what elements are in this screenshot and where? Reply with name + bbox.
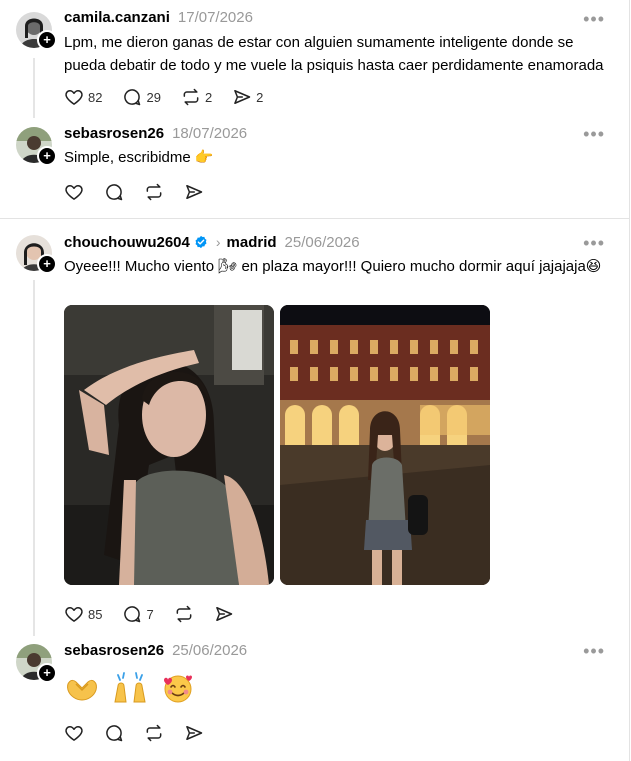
more-icon[interactable]: ••• bbox=[583, 642, 605, 660]
thread-line bbox=[33, 280, 35, 636]
comment-button[interactable]: 7 bbox=[122, 603, 154, 625]
comment-icon bbox=[124, 89, 141, 106]
heart-icon bbox=[65, 185, 83, 200]
post-header: sebasrosen26 18/07/2026 bbox=[64, 124, 247, 144]
comment-count: 29 bbox=[146, 89, 161, 105]
share-count: 2 bbox=[256, 89, 264, 105]
post-text: Simple, escribidme 👉 bbox=[64, 149, 214, 166]
comment-count: 7 bbox=[146, 606, 154, 622]
send-icon bbox=[234, 90, 251, 104]
more-icon[interactable]: ••• bbox=[583, 234, 605, 252]
topic-tag[interactable]: madrid bbox=[227, 234, 277, 251]
share-button[interactable] bbox=[214, 603, 234, 625]
thread-divider bbox=[0, 218, 629, 219]
comment-button[interactable] bbox=[104, 181, 124, 203]
thread-line bbox=[33, 58, 35, 118]
like-button[interactable] bbox=[64, 722, 84, 744]
heart-icon bbox=[65, 726, 83, 741]
post-header: sebasrosen26 25/06/2026 bbox=[64, 641, 247, 661]
heart-icon bbox=[65, 607, 83, 622]
post-photo[interactable] bbox=[64, 305, 274, 585]
raising-hands-emoji bbox=[112, 672, 148, 704]
comment-icon bbox=[106, 725, 123, 742]
username[interactable]: sebasrosen26 bbox=[64, 125, 164, 142]
username[interactable]: sebasrosen26 bbox=[64, 642, 164, 659]
heart-icon bbox=[65, 90, 83, 105]
post-actions: 85 7 bbox=[64, 603, 254, 625]
repost-icon bbox=[146, 183, 162, 201]
verified-badge-icon bbox=[195, 235, 207, 249]
post-header: camila.canzani 17/07/2026 bbox=[64, 8, 253, 28]
follow-plus-icon[interactable]: + bbox=[37, 146, 57, 166]
send-icon bbox=[186, 726, 203, 740]
comment-button[interactable] bbox=[104, 722, 124, 744]
like-button[interactable] bbox=[64, 181, 84, 203]
like-count: 82 bbox=[88, 89, 103, 105]
repost-icon bbox=[183, 88, 199, 106]
heart-hands-emoji bbox=[64, 672, 100, 704]
post-text: Lpm, me dieron ganas de estar con alguie… bbox=[64, 34, 604, 74]
share-button[interactable]: 2 bbox=[232, 86, 263, 108]
comment-icon bbox=[106, 184, 123, 201]
comment-button[interactable]: 29 bbox=[122, 86, 161, 108]
post-actions: 82 29 2 2 bbox=[64, 86, 283, 108]
post-date[interactable]: 25/06/2026 bbox=[172, 642, 247, 659]
post-header: chouchouwu2604 › madrid 25/06/2026 bbox=[64, 232, 360, 252]
follow-plus-icon[interactable]: + bbox=[37, 254, 57, 274]
post-photo[interactable] bbox=[280, 305, 490, 585]
follow-plus-icon[interactable]: + bbox=[37, 663, 57, 683]
username[interactable]: chouchouwu2604 bbox=[64, 234, 190, 251]
comment-icon bbox=[124, 606, 141, 623]
post-date[interactable]: 18/07/2026 bbox=[172, 125, 247, 142]
chevron-right-icon: › bbox=[215, 234, 221, 250]
repost-button[interactable] bbox=[174, 603, 194, 625]
emoji-reply bbox=[64, 672, 208, 704]
post-date[interactable]: 17/07/2026 bbox=[178, 9, 253, 26]
smiling-face-with-hearts-emoji bbox=[160, 672, 196, 704]
post-text: Oyeee!!! Mucho viento 🌬 en plaza mayor!!… bbox=[64, 258, 602, 275]
more-icon[interactable]: ••• bbox=[583, 10, 605, 28]
post-date[interactable]: 25/06/2026 bbox=[285, 234, 360, 251]
repost-button[interactable]: 2 bbox=[181, 86, 212, 108]
more-icon[interactable]: ••• bbox=[583, 125, 605, 143]
send-icon bbox=[215, 607, 232, 621]
repost-button[interactable] bbox=[144, 722, 164, 744]
repost-button[interactable] bbox=[144, 181, 164, 203]
repost-icon bbox=[146, 724, 162, 742]
post-actions bbox=[64, 722, 224, 744]
username[interactable]: camila.canzani bbox=[64, 9, 170, 26]
threads-feed: + camila.canzani 17/07/2026 ••• Lpm, me d… bbox=[0, 0, 630, 761]
share-button[interactable] bbox=[184, 722, 204, 744]
repost-icon bbox=[176, 605, 192, 623]
send-icon bbox=[186, 185, 203, 199]
post-actions bbox=[64, 181, 224, 203]
like-button[interactable]: 82 bbox=[64, 86, 102, 108]
follow-plus-icon[interactable]: + bbox=[37, 30, 57, 50]
like-button[interactable]: 85 bbox=[64, 603, 102, 625]
like-count: 85 bbox=[88, 606, 103, 622]
repost-count: 2 bbox=[204, 89, 213, 105]
share-button[interactable] bbox=[184, 181, 204, 203]
